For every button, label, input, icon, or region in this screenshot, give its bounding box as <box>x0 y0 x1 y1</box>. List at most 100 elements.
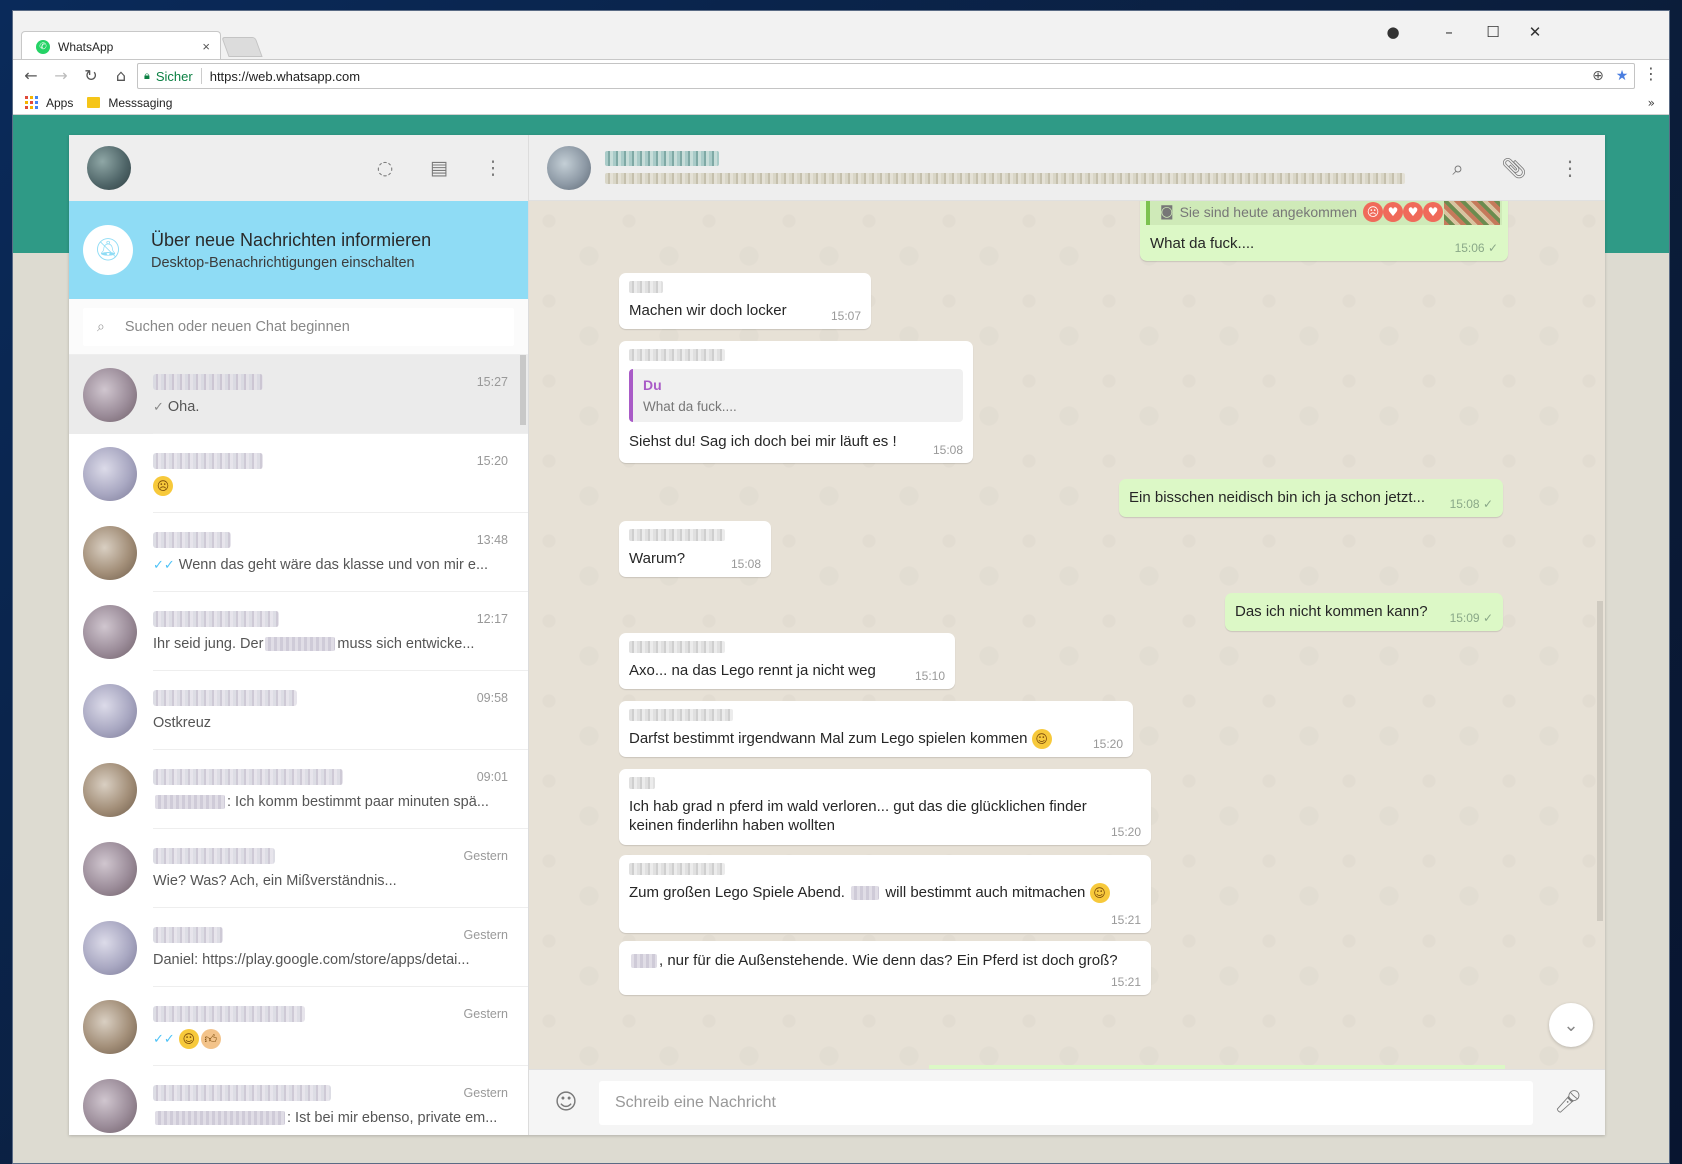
message-input[interactable] <box>615 1093 1533 1112</box>
contact-name-blurred <box>153 611 279 627</box>
bookmarks-bar: Apps Messsaging » <box>13 91 1669 115</box>
tab-strip: ✆ WhatsApp × ● – ☐ ✕ <box>13 11 1669 61</box>
search-input[interactable] <box>124 318 514 335</box>
bookmark-apps[interactable]: Apps <box>25 96 73 110</box>
quote-author: Du <box>643 377 662 393</box>
message-text: What da fuck.... <box>1150 235 1255 252</box>
menu-icon[interactable]: ⋮ <box>1553 151 1587 185</box>
contact-name-blurred <box>153 532 231 548</box>
chat-time: 09:01 <box>476 770 508 784</box>
chat-list-item[interactable]: Gestern Daniel: https://play.google.com/… <box>69 908 528 987</box>
message-time: 15:21 <box>1110 913 1141 927</box>
chat-list-item[interactable]: Gestern ✓✓ ☺ 👍︎ <box>69 987 528 1066</box>
address-bar[interactable]: 🔒︎ Sicher https://web.whatsapp.com ⊕ ★ <box>137 63 1635 89</box>
notification-subtitle[interactable]: Desktop-Benachrichtigungen einschalten <box>151 255 431 271</box>
message-text: Machen wir doch locker <box>629 302 787 319</box>
message-incoming-reply[interactable]: Du What da fuck.... Siehst du! Sag ich d… <box>619 341 973 463</box>
composer: ☺ 🎤︎ <box>529 1069 1605 1135</box>
back-icon[interactable]: ← <box>17 62 45 90</box>
chat-list-item[interactable]: 15:20 ☹ <box>69 434 528 513</box>
new-chat-icon[interactable]: ▤ <box>422 151 456 185</box>
search-icon[interactable]: ⌕ <box>1441 151 1475 185</box>
new-tab-button[interactable] <box>221 37 263 57</box>
message-incoming[interactable]: Ich hab grad n pferd im wald verloren...… <box>619 769 1151 845</box>
message-incoming[interactable]: , nur für die Außenstehende. Wie denn da… <box>619 941 1151 995</box>
message-incoming[interactable]: Machen wir doch locker 15:07 <box>619 273 871 329</box>
message-outgoing-media[interactable]: ◙ Sie sind heute angekommen ☹ ♥ ♥ ♥ What… <box>1140 201 1508 261</box>
url-text[interactable]: https://web.whatsapp.com <box>210 69 1586 84</box>
avatar <box>83 367 137 422</box>
message-time: 15:10 <box>914 669 945 683</box>
secure-label: Sicher <box>155 68 193 84</box>
profile-icon[interactable]: ● <box>1373 21 1413 43</box>
sidebar-header: ◌ ▤ ⋮ <box>69 135 528 201</box>
browser-menu-icon[interactable]: ⋮ <box>1643 64 1659 83</box>
contact-name-blurred <box>153 1006 305 1022</box>
forward-icon[interactable]: → <box>47 62 75 90</box>
reload-icon[interactable]: ↻ <box>77 62 105 90</box>
message-scrollbar[interactable] <box>1597 601 1603 921</box>
whatsapp-favicon-icon: ✆ <box>36 39 50 54</box>
chat-list-item[interactable]: 13:48 ✓✓ Wenn das geht wäre das klasse u… <box>69 513 528 592</box>
chat-list-item[interactable]: Gestern Wie? Was? Ach, ein Mißverständni… <box>69 829 528 908</box>
heart-eyes-emoji-icon: ♥ <box>1383 202 1404 222</box>
chat-list-item[interactable]: Gestern : Ist bei mir ebenso, private em… <box>69 1066 528 1135</box>
bookmark-label: Apps <box>46 95 74 110</box>
home-icon[interactable]: ⌂ <box>107 62 135 90</box>
tab-title: WhatsApp <box>58 39 114 54</box>
microphone-icon[interactable]: 🎤︎ <box>1551 1086 1585 1120</box>
message-incoming[interactable]: Darfst bestimmt irgendwann Mal zum Lego … <box>619 701 1133 757</box>
scream-emoji-icon: ☹ <box>1363 202 1384 222</box>
message-outgoing[interactable]: Das ich nicht kommen kann? 15:09 ✓ <box>1225 593 1503 631</box>
status-icon[interactable]: ◌ <box>368 151 402 185</box>
conversation-panel: ⌕ 📎︎ ⋮ ◙ Sie sind heute angekommen ☹ ♥ ♥ <box>529 135 1605 1135</box>
search-icon: ⌕ <box>97 318 105 335</box>
bookmarks-more-icon[interactable]: » <box>1648 96 1655 110</box>
chat-time: 12:17 <box>476 612 508 626</box>
message-time: 15:21 <box>1110 975 1141 989</box>
minimize-button[interactable]: – <box>1429 21 1469 43</box>
zoom-icon[interactable]: ⊕ <box>1586 68 1610 84</box>
scroll-down-button[interactable]: ⌄ <box>1549 1003 1593 1047</box>
message-incoming[interactable]: Axo... na das Lego rennt ja nicht weg 15… <box>619 633 955 689</box>
my-avatar[interactable] <box>87 146 131 190</box>
message-incoming[interactable]: Warum? 15:08 <box>619 521 771 577</box>
chat-list-item[interactable]: 09:58 Ostkreuz <box>69 671 528 750</box>
browser-window: ✆ WhatsApp × ● – ☐ ✕ ← → ↻ ⌂ 🔒︎ Sicher h… <box>12 10 1670 1164</box>
chat-list-item[interactable]: 09:01 : Ich komm bestimmt paar minuten s… <box>69 750 528 829</box>
close-window-button[interactable]: ✕ <box>1515 21 1555 43</box>
scream-emoji-icon: ☹ <box>153 476 173 496</box>
attach-icon[interactable]: 📎︎ <box>1497 151 1531 185</box>
sender-name-blurred <box>629 777 655 789</box>
heart-eyes-emoji-icon: ♥ <box>1403 202 1424 222</box>
avatar <box>83 1078 137 1133</box>
chat-list-scrollbar[interactable] <box>520 355 526 425</box>
chat-list: 15:27 ✓ Oha. 15:20 ☹ 13:48 ✓✓ Wenn das g… <box>69 355 528 1135</box>
notification-title: Über neue Nachrichten informieren <box>151 229 432 250</box>
avatar <box>83 841 137 896</box>
sender-name-blurred <box>629 529 725 541</box>
message-incoming[interactable]: Zum großen Lego Spiele Abend. will besti… <box>619 855 1151 933</box>
notification-banner[interactable]: 🔕︎ Über neue Nachrichten informieren Des… <box>69 201 528 299</box>
tab-whatsapp[interactable]: ✆ WhatsApp × <box>21 31 221 61</box>
camera-icon: ◙ <box>1160 204 1174 220</box>
message-time: 15:08 <box>730 557 761 571</box>
chat-list-item[interactable]: 12:17 Ihr seid jung. Der muss sich entwi… <box>69 592 528 671</box>
bookmark-messsaging[interactable]: Messsaging <box>87 96 172 110</box>
grinning-emoji-icon: ☺ <box>1031 729 1052 750</box>
bookmark-star-icon[interactable]: ★ <box>1610 68 1634 84</box>
search-bar: ⌕ <box>69 299 528 355</box>
message-text: Ich hab grad n pferd im wald verloren...… <box>629 798 1087 834</box>
maximize-button[interactable]: ☐ <box>1473 21 1513 43</box>
avatar <box>83 683 137 738</box>
emoji-icon[interactable]: ☺ <box>549 1086 583 1120</box>
menu-icon[interactable]: ⋮ <box>476 151 510 185</box>
quote-text: What da fuck.... <box>643 399 737 414</box>
message-outgoing[interactable]: Ein bisschen neidisch bin ich ja schon j… <box>1119 479 1503 517</box>
chat-list-item[interactable]: 15:27 ✓ Oha. <box>69 355 528 434</box>
group-avatar[interactable] <box>547 145 591 190</box>
quoted-message[interactable]: Du What da fuck.... <box>629 369 963 422</box>
tab-close-icon[interactable]: × <box>202 39 210 54</box>
conversation-header[interactable]: ⌕ 📎︎ ⋮ <box>529 135 1605 201</box>
media-thumbnail[interactable] <box>1444 201 1500 225</box>
